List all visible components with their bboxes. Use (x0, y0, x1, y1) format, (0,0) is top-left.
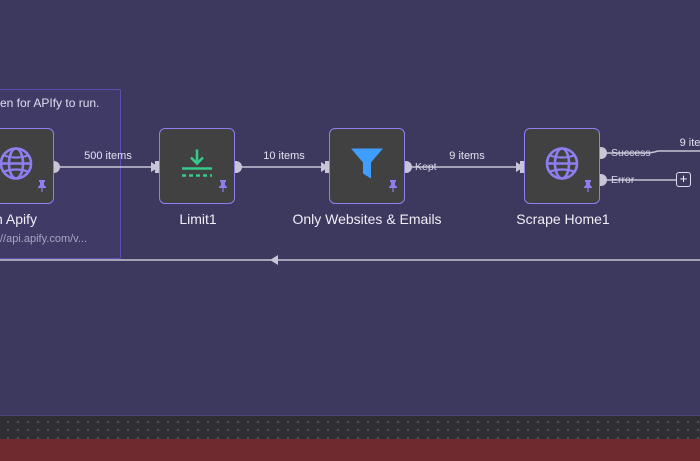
add-node-button[interactable]: + (676, 172, 691, 187)
arrow-head (270, 255, 278, 265)
node-apify[interactable] (0, 128, 54, 204)
connection-item-count: 9 items (449, 150, 485, 162)
pin-icon (37, 179, 47, 197)
node-limit1[interactable] (159, 128, 235, 204)
output-label-success: Success (611, 147, 651, 159)
node-sublabel: //api.apify.com/v... (0, 233, 88, 245)
output-label-error: Error (611, 174, 635, 186)
connection-item-count: 10 items (263, 150, 305, 162)
connection-lines (0, 147, 700, 265)
globe-icon (544, 146, 580, 187)
node-only-websites-emails[interactable] (329, 128, 405, 204)
node-label: n Apify (0, 211, 38, 227)
pin-icon (583, 179, 593, 197)
canvas-footer (0, 415, 700, 440)
node-scrape-home1[interactable] (524, 128, 600, 204)
connection-item-count: 500 items (84, 150, 132, 162)
node-label: Scrape Home1 (516, 211, 610, 227)
pin-icon (388, 179, 398, 197)
limit-download-icon (179, 146, 215, 187)
bottom-panel-bar (0, 439, 700, 461)
node-label: Only Websites & Emails (292, 211, 442, 227)
pin-icon (218, 179, 228, 197)
node-label: Limit1 (179, 211, 217, 227)
filter-icon (349, 146, 385, 187)
connection-item-count: 9 ite (679, 137, 700, 149)
output-label-kept: Kept (415, 161, 437, 173)
globe-icon (0, 146, 34, 187)
